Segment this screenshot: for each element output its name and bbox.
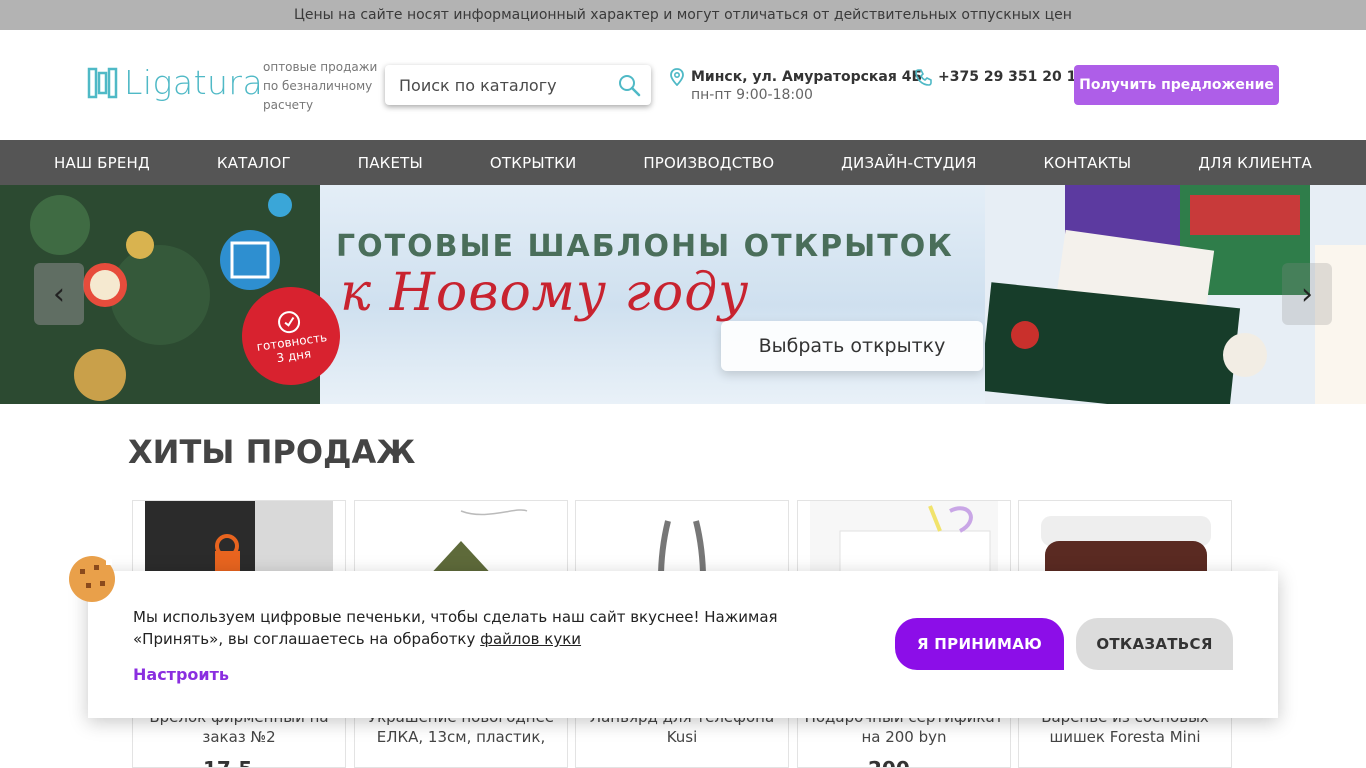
clock-icon	[278, 311, 301, 334]
nav-item-catalog[interactable]: КАТАЛОГ	[217, 154, 291, 172]
cookie-icon	[69, 556, 115, 602]
price-notice-bar: Цены на сайте носят информационный харак…	[0, 0, 1366, 30]
cookie-consent-popup: Мы используем цифровые печеньки, чтобы с…	[69, 556, 1278, 718]
phone-block[interactable]: +375 29 351 20 17	[915, 68, 1086, 86]
phone-icon	[915, 69, 932, 86]
cookie-settings-link[interactable]: Настроить	[133, 665, 229, 684]
nav-item-design-studio[interactable]: ДИЗАЙН-СТУДИЯ	[841, 154, 976, 172]
nav-item-bags[interactable]: ПАКЕТЫ	[358, 154, 423, 172]
nav-item-production[interactable]: ПРОИЗВОДСТВО	[643, 154, 774, 172]
site-header: Ligatura оптовые продажи по безналичному…	[0, 30, 1366, 140]
nav-item-contacts[interactable]: КОНТАКТЫ	[1043, 154, 1131, 172]
logo-text: Ligatura	[124, 63, 264, 102]
phone-number: +375 29 351 20 17	[938, 69, 1087, 85]
promo-banner[interactable]: ГОТОВЫЕ ШАБЛОНЫ ОТКРЫТОК к Новому году В…	[0, 185, 1366, 404]
slider-prev-button[interactable]: ‹	[34, 263, 84, 325]
slider-next-button[interactable]: ›	[1282, 263, 1332, 325]
search-input[interactable]	[399, 75, 619, 95]
product-price: 17.5	[203, 757, 252, 767]
location-pin-icon	[670, 68, 684, 86]
tagline: оптовые продажи по безналичному расчету	[263, 60, 378, 112]
price-notice-text: Цены на сайте носят информационный харак…	[294, 7, 1072, 23]
search-box	[385, 65, 651, 105]
choose-postcard-button[interactable]: Выбрать открытку	[721, 321, 983, 371]
accept-cookies-button[interactable]: Я ПРИНИМАЮ	[895, 618, 1064, 670]
nav-item-brand[interactable]: НАШ БРЕНД	[54, 154, 150, 172]
nav-item-postcards[interactable]: ОТКРЫТКИ	[490, 154, 577, 172]
search-icon[interactable]	[617, 73, 641, 97]
working-hours: пн-пт 9:00-18:00	[691, 87, 813, 103]
logo[interactable]: Ligatura	[86, 63, 263, 102]
product-price: 200	[868, 757, 910, 767]
decline-cookies-button[interactable]: ОТКАЗАТЬСЯ	[1076, 618, 1233, 670]
cookie-message: Мы используем цифровые печеньки, чтобы с…	[133, 606, 863, 650]
bestsellers-title: ХИТЫ ПРОДАЖ	[128, 433, 416, 471]
banner-subtitle: к Новому году	[340, 263, 750, 323]
main-nav: НАШ БРЕНД КАТАЛОГ ПАКЕТЫ ОТКРЫТКИ ПРОИЗВ…	[0, 140, 1366, 185]
address-text: Минск, ул. Амураторская 4Б	[691, 69, 923, 85]
nav-item-for-client[interactable]: ДЛЯ КЛИЕНТА	[1198, 154, 1312, 172]
address-block: Минск, ул. Амураторская 4Б пн-пт 9:00-18…	[669, 68, 922, 103]
logo-icon	[87, 67, 118, 98]
banner-title: ГОТОВЫЕ ШАБЛОНЫ ОТКРЫТОК	[336, 229, 954, 264]
cookie-message-text: Мы используем цифровые печеньки, чтобы с…	[133, 608, 778, 648]
cookie-files-link[interactable]: файлов куки	[480, 630, 581, 648]
get-offer-button[interactable]: Получить предложение	[1074, 65, 1279, 105]
